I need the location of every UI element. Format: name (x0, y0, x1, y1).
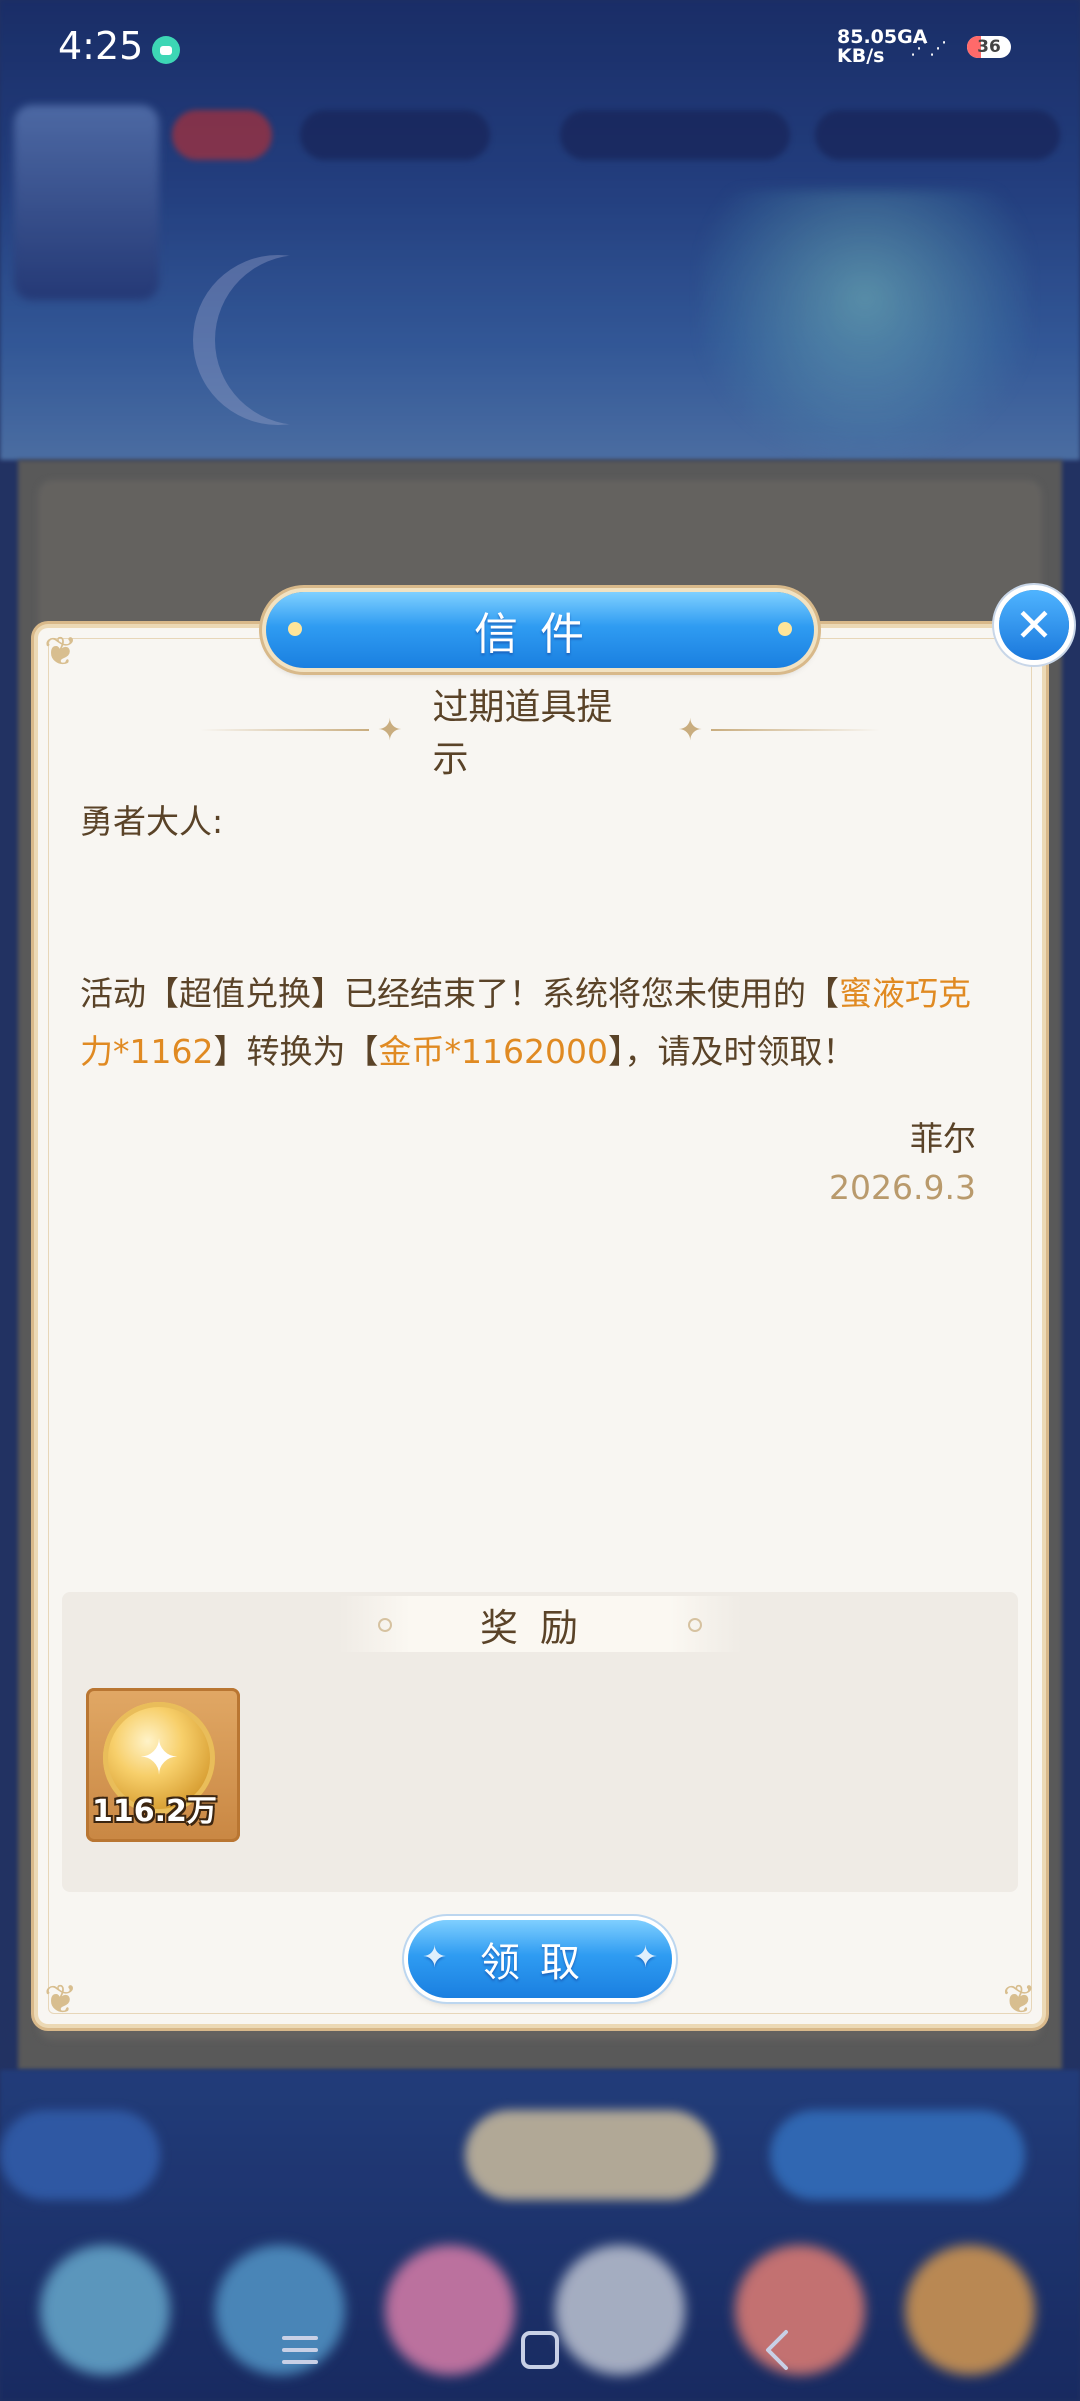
home-icon (521, 2331, 559, 2369)
mail-body-text: 】转换为【 (213, 1032, 379, 1071)
mail-subject-row: ✦ 过期道具提示 ✦ (200, 687, 880, 780)
back-button[interactable] (748, 2320, 808, 2380)
mail-body-text: 】，请及时领取！ (607, 1032, 856, 1071)
close-button[interactable]: ✕ (999, 590, 1069, 660)
subject-divider-left (200, 729, 370, 731)
mail-body: 活动【超值兑换】已经结束了！系统将您未使用的【蜜液巧克力*1162】转换为【金币… (80, 965, 1000, 1081)
dialog-title: 信件 (266, 592, 814, 668)
menu-icon (282, 2336, 318, 2364)
network-speed-unit: KB/s (837, 45, 885, 67)
battery-icon: 36 (967, 36, 1011, 58)
signal-icon: ⋰⋰ (910, 38, 948, 59)
ornament-icon: ✦ (377, 712, 403, 748)
close-icon: ✕ (1014, 598, 1054, 652)
home-button[interactable] (510, 2320, 570, 2380)
system-nav-bar (0, 2300, 1080, 2401)
reward-ornament-icon (688, 1618, 702, 1632)
corner-ornament-icon: ❦ (1002, 1977, 1036, 2023)
status-bar: 4:25 85.05GA KB/s ⋰⋰ 36 (0, 0, 1080, 92)
mail-greeting: 勇者大人: (80, 802, 224, 841)
reward-header: 奖励 (338, 1596, 742, 1652)
reward-label: 奖励 (479, 1605, 600, 1650)
back-icon (766, 2330, 788, 2370)
sparkle-icon: ✦ (422, 1940, 448, 1975)
notification-app-icon (152, 36, 180, 64)
reward-ornament-icon (378, 1618, 392, 1632)
mail-subject: 过期道具提示 (432, 687, 613, 780)
mail-date: 2026.9.3 (829, 1168, 976, 1207)
battery-level: 36 (977, 37, 1001, 57)
mail-item-to: 金币*1162000 (378, 1032, 608, 1071)
mail-body-text: 活动【超值兑换】已经结束了！系统将您未使用的【 (80, 974, 839, 1013)
sparkle-icon: ✦ (632, 1940, 658, 1975)
status-time: 4:25 (58, 24, 144, 68)
title-dot-icon (288, 622, 302, 636)
recent-apps-button[interactable] (270, 2320, 330, 2380)
ornament-icon: ✦ (677, 712, 703, 748)
subject-divider-right (710, 729, 880, 731)
mail-signature: 菲尔 (910, 1119, 976, 1158)
reward-count: 116.2万 (92, 1794, 217, 1829)
dialog-title-text: 信件 (474, 609, 606, 660)
reward-item[interactable]: ✦ 116.2万 (86, 1688, 240, 1842)
corner-ornament-icon: ❦ (44, 629, 78, 675)
claim-button[interactable]: ✦ 领取 ✦ (408, 1920, 672, 1998)
claim-button-label: 领取 (480, 1940, 600, 1986)
title-dot-icon (778, 622, 792, 636)
corner-ornament-icon: ❦ (44, 1977, 78, 2023)
